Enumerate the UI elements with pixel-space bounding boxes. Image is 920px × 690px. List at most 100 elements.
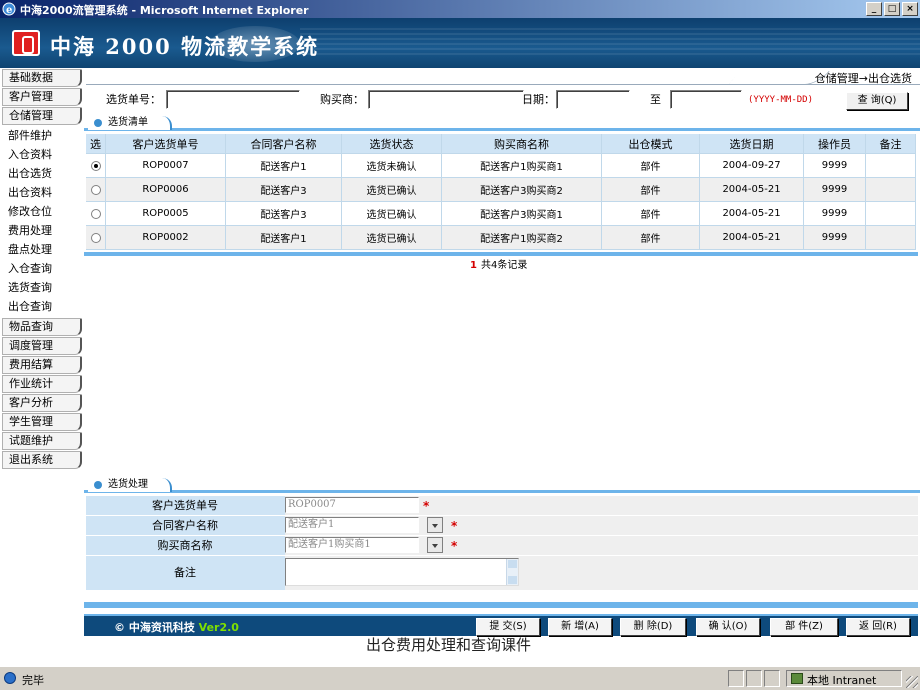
buyer-input[interactable] [368, 90, 524, 109]
sidebar: 基础数据 客户管理 仓储管理 部件维护 入仓资料 出仓选货 出仓资料 修改仓位 … [0, 68, 84, 668]
form-customer-input[interactable]: 配送客户1 [285, 517, 419, 533]
back-button[interactable]: 返 回(R) [846, 618, 910, 636]
form-buyer-input[interactable]: 配送客户1购买商1 [285, 537, 419, 553]
window-titlebar: e 中海2000流管理系统 - Microsoft Internet Explo… [0, 0, 920, 18]
buyer-dropdown-button[interactable] [427, 537, 443, 553]
cell-status: 选货已确认 [342, 202, 442, 225]
cell-order-no: ROP0007 [106, 154, 226, 177]
menu-exit[interactable]: 退出系统 [2, 451, 82, 469]
query-button[interactable]: 查 询(Q) [846, 92, 908, 110]
sidebar-item-outbound-query[interactable]: 出仓查询 [6, 298, 82, 316]
banner-glow [210, 26, 300, 62]
row-radio-cell[interactable] [86, 178, 106, 201]
part-button[interactable]: 部 件(Z) [770, 618, 838, 636]
sidebar-item-stocktake[interactable]: 盘点处理 [6, 241, 82, 259]
minimize-button[interactable]: _ [866, 2, 882, 16]
form-order-label: 客户选货单号 [152, 499, 218, 512]
list-section-title: 选货清单 [108, 117, 148, 128]
resize-grip-icon[interactable] [906, 676, 918, 688]
required-mark: * [451, 519, 458, 533]
table-row[interactable]: ROP0007 配送客户1 选货未确认 配送客户1购买商1 部件 2004-09… [86, 154, 916, 178]
cell-operator: 9999 [804, 154, 866, 177]
sidebar-item-pick-query[interactable]: 选货查询 [6, 279, 82, 297]
menu-customer[interactable]: 客户管理 [2, 88, 82, 106]
table-row[interactable]: ROP0006 配送客户3 选货已确认 配送客户3购买商2 部件 2004-05… [86, 178, 916, 202]
maximize-button[interactable]: □ [884, 2, 900, 16]
row-radio[interactable] [90, 184, 101, 195]
cell-order-no: ROP0005 [106, 202, 226, 225]
sidebar-item-outbound-data[interactable]: 出仓资料 [6, 184, 82, 202]
window-title: 中海2000流管理系统 - Microsoft Internet Explore… [20, 4, 309, 17]
menu-warehouse[interactable]: 仓储管理 [2, 107, 82, 125]
order-no-input[interactable] [166, 90, 300, 109]
search-bar: 选货单号： 购买商： 日期： 至 (YYYY-MM-DD) 查 询(Q) [84, 90, 920, 112]
form-row-order: 客户选货单号 ROP0007 * [86, 496, 918, 515]
row-radio-cell[interactable] [86, 226, 106, 249]
cell-date: 2004-05-21 [700, 226, 804, 249]
form-note-textarea[interactable] [285, 558, 519, 586]
cell-operator: 9999 [804, 178, 866, 201]
status-pane [728, 670, 744, 687]
footer-bar: © 中海资讯科技 Ver2.0 提 交(S) 新 增(A) 删 除(D) 确 认… [84, 614, 918, 636]
row-radio[interactable] [90, 208, 101, 219]
page-number[interactable]: 1 [470, 260, 477, 271]
row-radio[interactable] [90, 232, 101, 243]
cell-operator: 9999 [804, 202, 866, 225]
col-status: 选货状态 [342, 134, 442, 153]
section-bullet-icon [94, 481, 102, 489]
menu-customer-analysis[interactable]: 客户分析 [2, 394, 82, 412]
textarea-scrollbar[interactable] [506, 559, 518, 585]
sidebar-item-parts[interactable]: 部件维护 [6, 127, 82, 145]
sidebar-item-inbound-data[interactable]: 入仓资料 [6, 146, 82, 164]
date-to-input[interactable] [670, 90, 742, 109]
cell-note [866, 202, 916, 225]
row-radio-cell[interactable] [86, 154, 106, 177]
cell-mode: 部件 [602, 154, 700, 177]
version-label: Ver2.0 [198, 621, 239, 634]
col-note: 备注 [866, 134, 916, 153]
table-row[interactable]: ROP0005 配送客户3 选货已确认 配送客户3购买商1 部件 2004-05… [86, 202, 916, 226]
sidebar-item-fees[interactable]: 费用处理 [6, 222, 82, 240]
close-button[interactable]: × [902, 2, 918, 16]
breadcrumb: 仓储管理→出仓选货 [814, 72, 912, 85]
date-from-input[interactable] [556, 90, 630, 109]
menu-item-query[interactable]: 物品查询 [2, 318, 82, 336]
customer-dropdown-button[interactable] [427, 517, 443, 533]
svg-text:e: e [6, 5, 12, 16]
confirm-button[interactable]: 确 认(O) [696, 618, 760, 636]
menu-students[interactable]: 学生管理 [2, 413, 82, 431]
form-order-input[interactable]: ROP0007 [285, 497, 419, 513]
delete-button[interactable]: 删 除(D) [620, 618, 686, 636]
form-section-tab: 选货处理 [88, 478, 172, 492]
menu-basic-data[interactable]: 基础数据 [2, 69, 82, 87]
form-section-header: 选货处理 [84, 478, 920, 493]
list-section-tab: 选货清单 [88, 116, 172, 130]
cell-mode: 部件 [602, 226, 700, 249]
sidebar-item-outbound-pick[interactable]: 出仓选货 [6, 165, 82, 183]
table-row[interactable]: ROP0002 配送客户1 选货已确认 配送客户1购买商2 部件 2004-05… [86, 226, 916, 250]
cell-customer: 配送客户1 [226, 226, 342, 249]
menu-statistics[interactable]: 作业统计 [2, 375, 82, 393]
menu-settlement[interactable]: 费用结算 [2, 356, 82, 374]
cell-date: 2004-05-21 [700, 178, 804, 201]
list-section-header: 选货清单 [84, 116, 920, 131]
page-done-icon [4, 672, 16, 684]
menu-dispatch[interactable]: 调度管理 [2, 337, 82, 355]
cell-customer: 配送客户3 [226, 178, 342, 201]
row-radio-cell[interactable] [86, 202, 106, 225]
status-bar: 完毕 本地 Intranet [0, 666, 920, 690]
cell-mode: 部件 [602, 202, 700, 225]
menu-exam[interactable]: 试题维护 [2, 432, 82, 450]
row-radio[interactable] [90, 160, 101, 171]
sidebar-item-inbound-query[interactable]: 入仓查询 [6, 260, 82, 278]
cell-date: 2004-05-21 [700, 202, 804, 225]
status-pane [746, 670, 762, 687]
add-button[interactable]: 新 增(A) [548, 618, 612, 636]
cell-date: 2004-09-27 [700, 154, 804, 177]
cell-buyer: 配送客户1购买商1 [442, 154, 602, 177]
status-pane [764, 670, 780, 687]
col-order-no: 客户选货单号 [106, 134, 226, 153]
section-bullet-icon [94, 119, 102, 127]
col-operator: 操作员 [804, 134, 866, 153]
sidebar-item-edit-location[interactable]: 修改仓位 [6, 203, 82, 221]
